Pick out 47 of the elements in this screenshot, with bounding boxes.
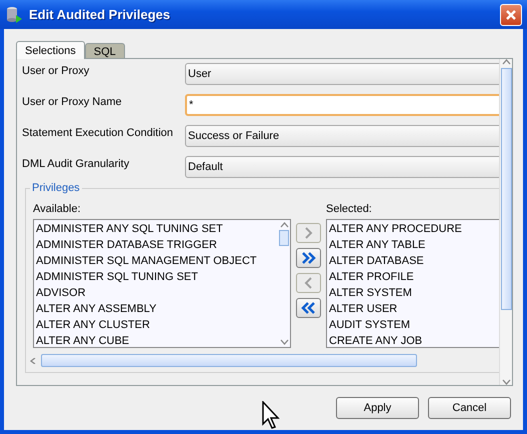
group-title: Privileges [30, 182, 82, 194]
list-label: Available: [33, 203, 82, 215]
database-icon [5, 6, 23, 24]
scroll-up-icon[interactable] [280, 222, 288, 228]
list-item[interactable]: ADMINISTER SQL MANAGEMENT OBJECT [36, 253, 276, 269]
field-label: User or Proxy [22, 64, 90, 79]
dropdown[interactable]: User [185, 63, 499, 85]
close-button[interactable] [500, 4, 522, 26]
dropdown[interactable]: Default [185, 156, 499, 178]
dialog-button[interactable]: Cancel [428, 397, 511, 419]
list-item[interactable]: ALTER PROFILE [329, 269, 499, 285]
dropdown[interactable]: Success or Failure [185, 125, 499, 147]
double-chevron-right-icon[interactable] [296, 248, 321, 268]
list-item[interactable]: ALTER ANY TABLE [329, 237, 499, 253]
list-item[interactable]: ALTER SYSTEM [329, 285, 499, 301]
tab[interactable]: Selections [16, 41, 85, 59]
list-item[interactable]: ADVISOR [36, 285, 276, 301]
list-item[interactable]: ALTER ANY CUBE [36, 333, 276, 349]
list-item[interactable]: ADMINISTER ANY SQL TUNING SET [36, 221, 276, 237]
list-item[interactable]: AUDIT SYSTEM [329, 317, 499, 333]
close-icon [505, 8, 517, 20]
list-item[interactable]: ADMINISTER SQL TUNING SET [36, 269, 276, 285]
scroll-thumb[interactable] [279, 230, 289, 246]
list-item[interactable]: ADMINISTER DATABASE TRIGGER [36, 237, 276, 253]
scroll-thumb[interactable] [500, 68, 512, 310]
field-label: Statement Execution Condition [22, 126, 174, 141]
scroll-down-icon[interactable] [280, 339, 288, 345]
tab[interactable]: SQL [84, 43, 125, 58]
window-title: Edit Audited Privileges [29, 7, 172, 22]
list-item[interactable]: ALTER ANY ASSEMBLY [36, 301, 276, 317]
list-item[interactable]: ALTER DATABASE [329, 253, 499, 269]
list-item[interactable]: ALTER ANY CLUSTER [36, 317, 276, 333]
field-label: DML Audit Granularity [22, 157, 130, 172]
field-label: User or Proxy Name [22, 95, 123, 110]
scroll-down-icon[interactable] [502, 379, 510, 385]
cursor-icon [262, 401, 280, 429]
double-chevron-left-icon[interactable] [296, 298, 321, 318]
list-item[interactable]: ALTER ANY PROCEDURE [329, 221, 499, 237]
scroll-thumb[interactable] [41, 354, 417, 367]
available-list[interactable]: ADMINISTER ANY SQL TUNING SET ADMINISTER DATABASE TRIGGER ADMINISTER SQL MANAGEMENT OBJECT ADMINISTER SQL TUNING SET ADVISOR ALTER ANY ASSEMBLY ALTER ANY CLUSTER ALTER ANY CUBE [33, 219, 291, 348]
list-item[interactable]: CREATE ANY JOB [329, 333, 499, 349]
list-label: Selected: [326, 203, 373, 215]
list-item[interactable]: ALTER USER [329, 301, 499, 317]
dialog-button[interactable]: Apply [336, 397, 419, 419]
scroll-up-icon[interactable] [502, 59, 510, 65]
text-field[interactable]: * [185, 94, 499, 116]
selected-list[interactable]: ALTER ANY PROCEDURE ALTER ANY TABLE ALTER DATABASE ALTER PROFILE ALTER SYSTEM ALTER USER AUDIT SYSTEM CREATE ANY JOB [326, 219, 499, 348]
